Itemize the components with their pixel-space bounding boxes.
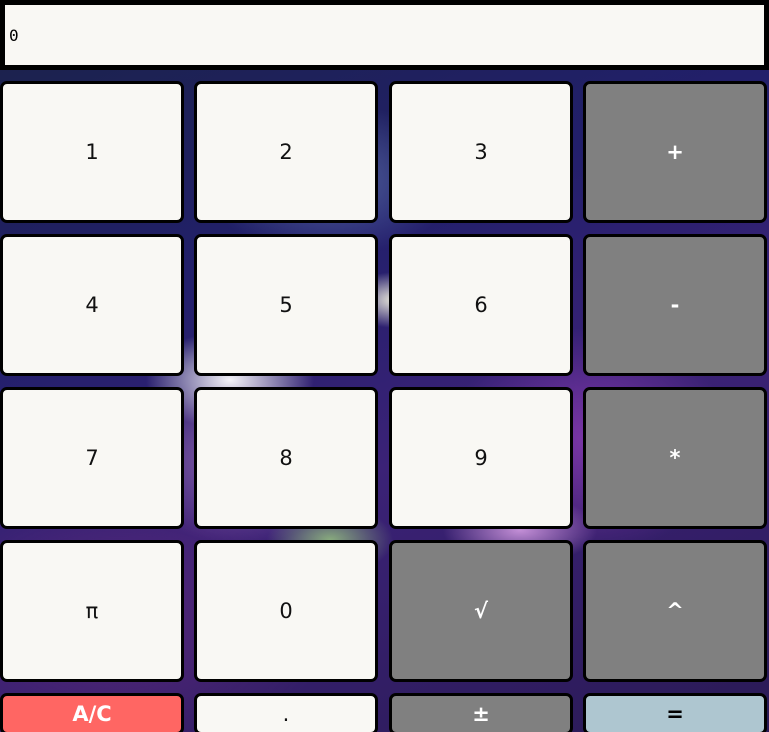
digit-9-button[interactable]: 9 bbox=[389, 387, 573, 529]
digit-7-button[interactable]: 7 bbox=[0, 387, 184, 529]
digit-2-button[interactable]: 2 bbox=[194, 81, 378, 223]
power-button[interactable]: ^ bbox=[583, 540, 767, 682]
digit-4-button[interactable]: 4 bbox=[0, 234, 184, 376]
digit-1-button[interactable]: 1 bbox=[0, 81, 184, 223]
pi-button[interactable]: π bbox=[0, 540, 184, 682]
digit-3-button[interactable]: 3 bbox=[389, 81, 573, 223]
square-root-button[interactable]: √ bbox=[389, 540, 573, 682]
subtract-button[interactable]: - bbox=[583, 234, 767, 376]
add-button[interactable]: + bbox=[583, 81, 767, 223]
digit-6-button[interactable]: 6 bbox=[389, 234, 573, 376]
equals-button[interactable]: = bbox=[583, 693, 767, 732]
digit-0-button[interactable]: 0 bbox=[194, 540, 378, 682]
decimal-point-button[interactable]: . bbox=[194, 693, 378, 732]
multiply-button[interactable]: * bbox=[583, 387, 767, 529]
clear-button[interactable]: A/C bbox=[0, 693, 184, 732]
digit-8-button[interactable]: 8 bbox=[194, 387, 378, 529]
calculator-display: 0 bbox=[0, 0, 769, 70]
digit-5-button[interactable]: 5 bbox=[194, 234, 378, 376]
negate-button[interactable]: ± bbox=[389, 693, 573, 732]
